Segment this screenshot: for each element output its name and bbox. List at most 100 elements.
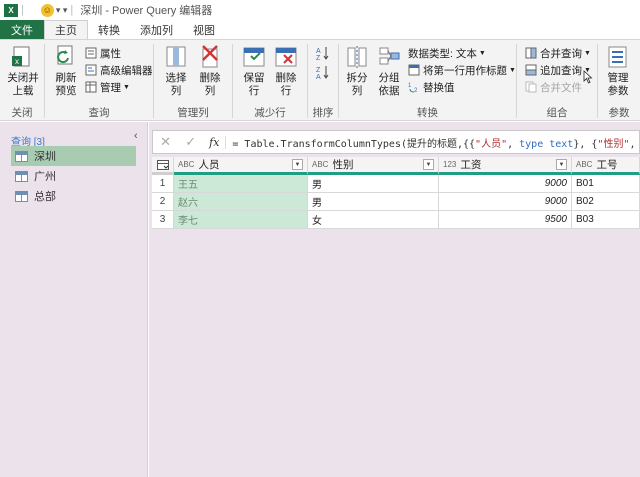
query-item-shenzhen[interactable]: 深圳	[11, 146, 136, 166]
column-header-person[interactable]: ABC 人员 ▼	[174, 157, 308, 175]
cell-person[interactable]: 李七	[174, 211, 308, 229]
title-bar: X | ☺ ▾ ▾ | 深圳 - Power Query 编辑器	[0, 0, 640, 20]
row-number[interactable]: 1	[152, 175, 174, 193]
cell-gender[interactable]: 男	[308, 175, 439, 193]
query-item-label: 广州	[34, 171, 56, 183]
keep-rows-icon	[243, 47, 265, 67]
fx-icon[interactable]: fx	[203, 135, 227, 149]
choose-columns-button[interactable]: 选择 列	[160, 44, 192, 98]
text-type-icon[interactable]: ABC	[178, 160, 194, 169]
column-name: 性别	[332, 159, 354, 171]
column-filter-dropdown-icon[interactable]: ▼	[292, 159, 303, 170]
use-first-row-label: 将第一行用作标题	[423, 64, 507, 77]
ribbon-tabs: 文件 主页 转换 添加列 视图	[0, 20, 640, 39]
replace-values-icon: 12	[408, 83, 418, 93]
cancel-formula-icon[interactable]: ✕	[153, 134, 178, 150]
manage-query-label: 管理	[100, 81, 121, 94]
tab-file[interactable]: 文件	[0, 20, 44, 39]
group-combine-label: 组合	[546, 107, 568, 119]
column-name: 工资	[460, 159, 482, 171]
refresh-preview-label: 刷新 预览	[55, 72, 77, 97]
cell-salary[interactable]: 9000	[439, 175, 572, 193]
properties-label: 属性	[100, 47, 121, 60]
cell-gender[interactable]: 男	[308, 193, 439, 211]
query-item-guangzhou[interactable]: 广州	[11, 166, 136, 186]
table-icon	[15, 170, 28, 182]
split-column-button[interactable]: 拆分 列	[342, 44, 372, 98]
column-filter-dropdown-icon[interactable]: ▼	[423, 159, 434, 170]
text-type-icon[interactable]: ABC	[576, 160, 592, 169]
table-row: 3 李七 女 9500 B03	[152, 211, 640, 229]
formula-string: "性别"	[597, 138, 630, 150]
remove-columns-label: 删除 列	[199, 72, 221, 97]
choose-columns-label: 选择 列	[165, 72, 187, 97]
column-header-id[interactable]: ABC 工号	[572, 157, 640, 175]
column-header-salary[interactable]: 123 工资 ▼	[439, 157, 572, 175]
keep-rows-button[interactable]: 保留 行	[239, 44, 269, 98]
properties-icon	[85, 47, 97, 59]
smiley-feedback-icon[interactable]: ☺	[40, 3, 54, 17]
merge-queries-button[interactable]: 合并查询 ▼	[525, 45, 591, 61]
group-manage-columns: 选择 列 删除 列 管理列	[154, 40, 232, 122]
cell-salary[interactable]: 9000	[439, 193, 572, 211]
mouse-cursor-icon	[583, 70, 593, 84]
svg-text:Z: Z	[316, 67, 321, 74]
group-combine: 合并查询 ▼ 追加查询 ▼ 合并文件 组合	[517, 40, 597, 122]
remove-rows-button[interactable]: 删除 行	[271, 44, 301, 98]
window-title: 深圳 - Power Query 编辑器	[80, 5, 213, 17]
query-item-headquarters[interactable]: 总部	[11, 186, 136, 206]
data-type-dropdown[interactable]: 数据类型: 文本 ▼	[408, 45, 486, 61]
properties-button[interactable]: 属性	[85, 45, 121, 61]
row-number[interactable]: 3	[152, 211, 174, 229]
cell-salary[interactable]: 9500	[439, 211, 572, 229]
tab-transform[interactable]: 转换	[88, 20, 130, 39]
quick-access-dropdown-icon[interactable]: ▾ ▾	[56, 5, 68, 16]
sort-ascending-icon: AZ	[316, 47, 329, 61]
cell-id[interactable]: B02	[572, 193, 640, 211]
text-type-icon[interactable]: ABC	[312, 160, 328, 169]
chevron-down-icon: ▼	[123, 83, 130, 91]
cell-person[interactable]: 王五	[174, 175, 308, 193]
tab-home[interactable]: 主页	[44, 20, 88, 39]
refresh-preview-button[interactable]: 刷新 预览	[49, 44, 83, 98]
close-and-load-button[interactable]: x 关闭并 上载	[4, 44, 42, 98]
cell-id[interactable]: B01	[572, 175, 640, 193]
column-name: 人员	[198, 159, 220, 171]
column-header-gender[interactable]: ABC 性别 ▼	[308, 157, 439, 175]
cell-person[interactable]: 赵六	[174, 193, 308, 211]
sort-ascending-button[interactable]: AZ	[315, 45, 332, 61]
formula-input[interactable]: = Table.TransformColumnTypes(提升的标题,{{"人员…	[226, 135, 639, 150]
remove-columns-icon	[202, 45, 218, 68]
column-filter-dropdown-icon[interactable]: ▼	[556, 159, 567, 170]
formula-text: ,	[507, 138, 520, 150]
keep-rows-label: 保留 行	[243, 72, 265, 97]
use-first-row-as-headers-button[interactable]: 将第一行用作标题 ▼	[408, 62, 516, 78]
confirm-formula-icon[interactable]: ✓	[178, 134, 203, 150]
replace-values-button[interactable]: 12 替换值	[408, 79, 455, 95]
combine-files-button[interactable]: 合并文件	[525, 79, 582, 95]
group-by-button[interactable]: 分组 依据	[374, 44, 404, 98]
remove-columns-button[interactable]: 删除 列	[194, 44, 226, 98]
chevron-down-icon: ▼	[478, 49, 486, 57]
manage-parameters-button[interactable]: 管理 参数	[600, 44, 636, 98]
svg-text:Z: Z	[316, 55, 321, 61]
table-row: 2 赵六 男 9000 B02	[152, 193, 640, 211]
advanced-editor-button[interactable]: 高级编辑器	[85, 62, 153, 78]
append-queries-button[interactable]: 追加查询 ▼	[525, 62, 591, 78]
row-number[interactable]: 2	[152, 193, 174, 211]
table-menu-icon[interactable]	[152, 157, 174, 175]
split-column-icon	[347, 46, 367, 68]
cell-gender[interactable]: 女	[308, 211, 439, 229]
group-sort: AZ ZA 排序	[308, 40, 338, 122]
cell-id[interactable]: B03	[572, 211, 640, 229]
tab-view[interactable]: 视图	[183, 20, 225, 39]
number-type-icon[interactable]: 123	[443, 160, 456, 169]
manage-query-button[interactable]: 管理 ▼	[85, 79, 130, 95]
group-transform: 拆分 列 分组 依据 数据类型: 文本 ▼ 将第一行用作标题 ▼ 12 替换值 转换	[339, 40, 516, 122]
data-type-label: 数据类型: 文本	[408, 47, 477, 60]
title-separator: |	[21, 4, 24, 16]
collapse-pane-icon[interactable]: ‹	[134, 130, 138, 142]
sort-descending-button[interactable]: ZA	[315, 64, 332, 80]
tab-add-column[interactable]: 添加列	[130, 20, 183, 39]
remove-rows-label: 删除 行	[275, 72, 297, 97]
